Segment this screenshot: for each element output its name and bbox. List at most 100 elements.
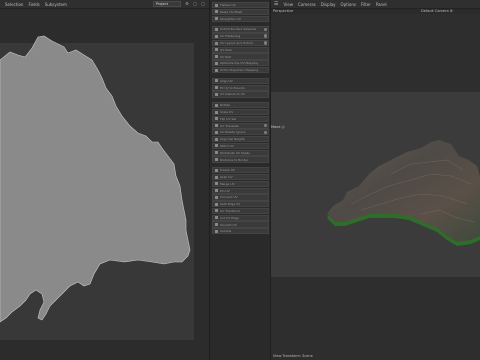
tool-button[interactable]: Merge UV [212, 180, 269, 187]
tool-label: Distance to Border [220, 157, 249, 162]
tool-icon [215, 79, 218, 83]
tool-button[interactable]: UV Islands to UV [212, 91, 269, 98]
view-mode-label[interactable]: Perspective [273, 9, 293, 13]
tool-icon [215, 124, 218, 128]
tool-button[interactable]: Rotate [212, 102, 269, 109]
tool-button[interactable]: Align Sel Neighb [212, 136, 269, 143]
tool-label: Stitch UV [220, 143, 234, 148]
tool-button[interactable]: Unfold Borders Selected [212, 26, 269, 33]
tool-button[interactable]: Stitch UV [212, 142, 269, 150]
tool-icon [215, 130, 218, 134]
viewport-menu-view[interactable]: View [283, 2, 293, 7]
tool-label: Optimize the UV Mapping [220, 61, 259, 66]
tool-button[interactable]: Relax UV Mesh [212, 8, 269, 15]
project-dropdown[interactable]: Project [153, 1, 181, 7]
gear-icon[interactable] [263, 27, 267, 32]
tool-icon [215, 110, 218, 114]
tool-button[interactable]: Freeze UV [212, 167, 269, 174]
tool-icon [215, 202, 218, 206]
gear-icon[interactable]: ⚙ [184, 1, 190, 7]
tool-group-3: Align UV Fit UV to Bounds UV Islands to … [212, 77, 269, 98]
tool-label: Relax UV Mesh [220, 9, 243, 14]
hamburger-icon[interactable]: ☰ [274, 1, 278, 7]
tool-button[interactable]: UV Flattening [212, 33, 269, 40]
uv-canvas[interactable] [0, 9, 209, 360]
gear-icon[interactable] [263, 130, 267, 135]
camera-name: Default Camera [421, 9, 449, 13]
tool-label: Split Edge UV [220, 202, 241, 207]
square-icon[interactable]: ◻ [200, 1, 206, 7]
tool-icon [215, 151, 218, 155]
tool-button[interactable]: Sample [212, 228, 269, 235]
tool-icon [215, 175, 218, 179]
tool-label: Sample [220, 229, 232, 234]
viewport-menu-filter[interactable]: Filter [361, 2, 371, 7]
tool-icon [215, 189, 218, 193]
tool-icon [215, 229, 218, 233]
gear-icon[interactable] [263, 123, 267, 128]
viewport-status: View Transform: Scene [273, 354, 313, 358]
tool-label: UV Pack [220, 47, 233, 52]
square-icon[interactable]: ◻ [192, 1, 198, 7]
tool-button[interactable]: UV Layout and Unfold [212, 39, 269, 47]
tool-label: Rotate [220, 103, 230, 108]
uv-menu-item-subsystem[interactable]: Subsystem [45, 2, 67, 7]
viewport-menu-panel[interactable]: Panel [376, 2, 387, 7]
tool-button[interactable]: Distance to Border [212, 156, 269, 163]
tool-button[interactable]: Flatten UV [212, 2, 269, 9]
tool-button[interactable]: UV Pelt [212, 53, 269, 60]
tool-icon [215, 216, 218, 220]
tool-label: UV Flattening [220, 34, 241, 39]
tool-label: Distribute UV Shells [220, 150, 250, 155]
tool-icon [215, 144, 218, 148]
tool-icon [215, 92, 218, 96]
tool-button[interactable]: Fit UV to Bounds [212, 84, 269, 91]
camera-label[interactable]: Default Camera ⚙ [421, 9, 453, 13]
terrain-model[interactable] [271, 14, 480, 360]
tool-button[interactable]: UV Transform [212, 207, 269, 215]
viewport-3d[interactable]: Move ◎ [271, 14, 480, 360]
tool-button[interactable]: Align UV [212, 77, 269, 84]
uv-menu-item-selection[interactable]: Selection [5, 2, 23, 7]
tool-icon [215, 137, 218, 141]
tool-icon [215, 17, 218, 21]
tool-icon [215, 68, 218, 72]
tool-button[interactable]: UV Translate [212, 122, 269, 129]
tool-button[interactable]: Pin UV [212, 187, 269, 194]
tool-icon [215, 182, 218, 186]
gear-icon[interactable] [263, 41, 267, 45]
tool-icon [215, 61, 218, 65]
viewport-menu-display[interactable]: Display [321, 2, 336, 7]
viewport-menu-cameras[interactable]: Cameras [298, 2, 316, 7]
tool-label: UV Transform [220, 208, 241, 213]
viewport-menu-options[interactable]: Options [341, 2, 356, 7]
tool-button[interactable]: Optimize the UV Mapping [212, 60, 269, 67]
tool-label: Pin UV [220, 188, 230, 193]
app-window: Selection Fields Subsystem Project ⚙ ◻ ◻… [0, 0, 480, 360]
tool-icon [215, 223, 218, 227]
tool-label: Grab UV [220, 175, 233, 180]
camera-settings-icon[interactable]: ⚙ [450, 9, 453, 13]
tool-button[interactable]: Ortho Projection Mapping [212, 67, 269, 74]
uv-island-shape[interactable] [0, 9, 209, 360]
tool-button[interactable]: Grab UV [212, 173, 269, 181]
tool-label: UV Islands to UV [220, 92, 245, 97]
tool-label: Fit UV to Bounds [220, 85, 245, 90]
tool-label: Freeze UV [220, 168, 235, 173]
tool-label: Connect UV [220, 195, 238, 200]
uv-menu-item-fields[interactable]: Fields [28, 2, 39, 7]
tool-button[interactable]: Scale UV [212, 108, 269, 116]
tool-button[interactable]: UV Rotate Ignore [212, 129, 269, 136]
tool-label: Straighten UV [220, 16, 241, 21]
gear-icon[interactable] [263, 34, 267, 38]
tool-label: UV Translate [220, 123, 239, 128]
tool-button[interactable]: Smooth UV [212, 221, 269, 228]
tool-button[interactable]: Distribute UV Shells [212, 149, 269, 156]
tool-button[interactable]: Connect UV [212, 194, 269, 201]
tool-icon [215, 86, 218, 90]
tool-button[interactable]: Cut UV Edge [212, 214, 269, 221]
tool-button[interactable]: Flip UV Set [212, 115, 269, 122]
tool-button[interactable]: Straighten UV [212, 15, 269, 22]
tool-button[interactable]: UV Pack [212, 46, 269, 53]
tool-button[interactable]: Split Edge UV [212, 201, 269, 208]
